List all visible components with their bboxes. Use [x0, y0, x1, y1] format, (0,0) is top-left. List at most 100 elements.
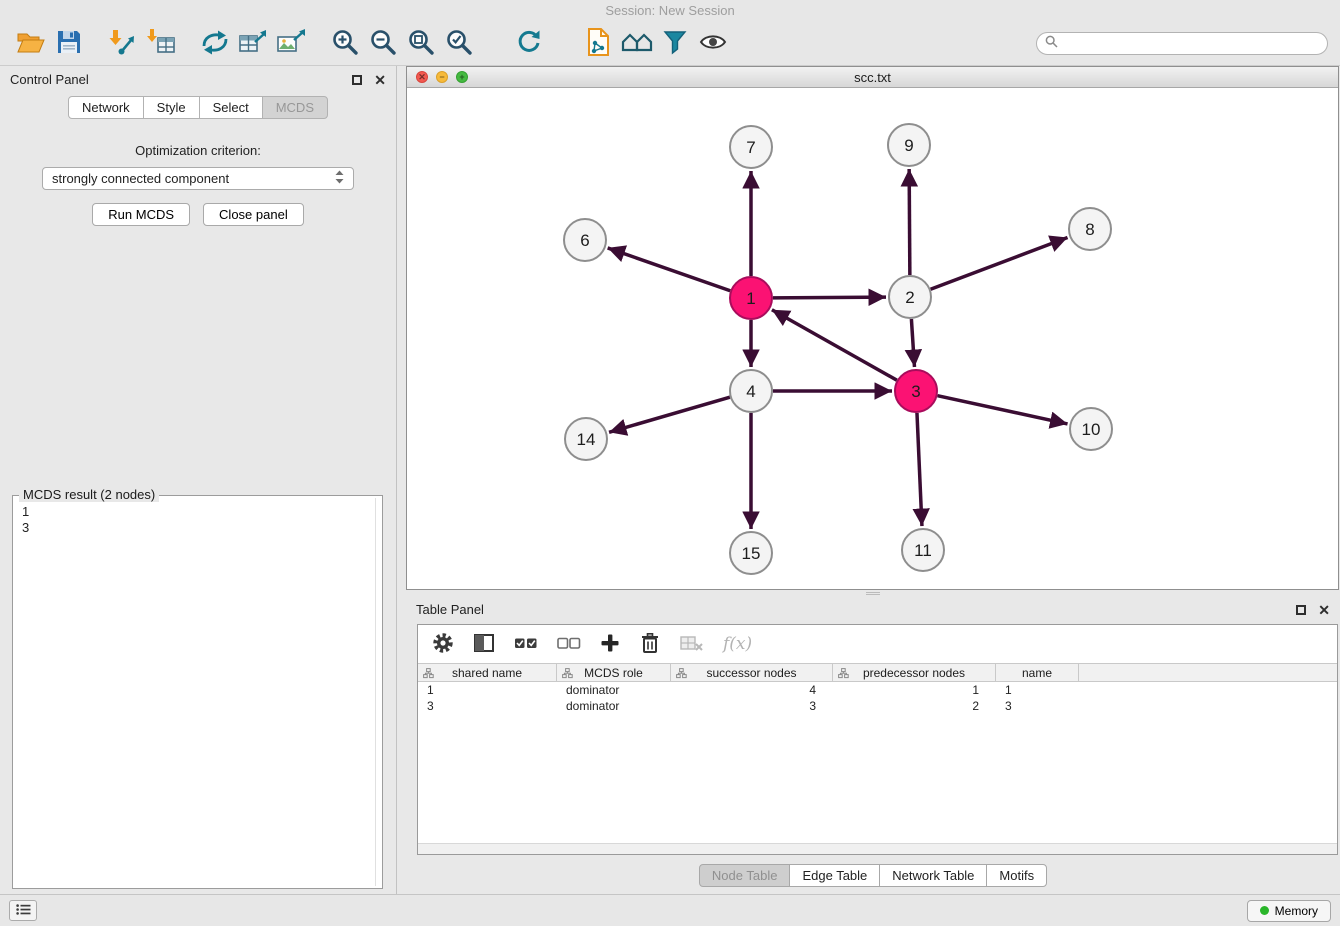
float-table-panel-icon[interactable] — [1296, 605, 1306, 615]
network-window-titlebar[interactable]: ✕ − + scc.txt — [407, 67, 1338, 88]
zoom-selected-button[interactable] — [440, 26, 478, 62]
cell-successor-nodes: 3 — [671, 699, 833, 713]
edge-1-2[interactable] — [773, 297, 886, 298]
window-controls: ✕ − + — [416, 71, 468, 83]
tab-mcds[interactable]: MCDS — [262, 96, 328, 119]
svg-text:7: 7 — [746, 138, 755, 157]
svg-text:9: 9 — [904, 136, 913, 155]
delete-column-button[interactable] — [639, 632, 661, 657]
graph-node-9[interactable]: 9 — [888, 124, 930, 166]
control-panel-tabs: Network Style Select MCDS — [0, 96, 396, 119]
tab-style[interactable]: Style — [143, 96, 200, 119]
graph-node-4[interactable]: 4 — [730, 370, 772, 412]
graph-node-1[interactable]: 1 — [730, 277, 772, 319]
zoom-fit-button[interactable] — [402, 26, 440, 62]
svg-text:2: 2 — [905, 288, 914, 307]
main-toolbar — [0, 22, 1340, 66]
delete-table-button[interactable] — [680, 634, 704, 655]
graph-node-6[interactable]: 6 — [564, 219, 606, 261]
filter-button[interactable] — [656, 26, 694, 62]
table-row[interactable]: 1 dominator 4 1 1 — [418, 682, 1337, 698]
table-row[interactable]: 3 dominator 3 2 3 — [418, 698, 1337, 714]
graph-node-14[interactable]: 14 — [565, 418, 607, 460]
zoom-out-button[interactable] — [364, 26, 402, 62]
column-header-successor-nodes[interactable]: successor nodes — [671, 664, 833, 681]
select-all-columns-button[interactable] — [514, 635, 538, 654]
edge-2-8[interactable] — [931, 237, 1068, 289]
zoom-in-button[interactable] — [326, 26, 364, 62]
tab-network[interactable]: Network — [68, 96, 144, 119]
network-canvas[interactable]: 7 9 6 8 1 2 4 3 14 10 15 11 — [407, 88, 1338, 589]
refresh-button[interactable] — [510, 26, 548, 62]
close-panel-button[interactable]: Close panel — [203, 203, 304, 226]
edge-3-10[interactable] — [937, 396, 1067, 424]
export-image-button[interactable] — [272, 26, 310, 62]
edge-1-6[interactable] — [608, 248, 731, 291]
table-panel-title: Table Panel — [416, 602, 484, 617]
tab-select[interactable]: Select — [199, 96, 263, 119]
show-hide-button[interactable] — [694, 26, 732, 62]
edge-3-1[interactable] — [772, 310, 897, 380]
maximize-window-icon[interactable]: + — [456, 71, 468, 83]
graph-node-10[interactable]: 10 — [1070, 408, 1112, 450]
tab-edge-table[interactable]: Edge Table — [789, 864, 880, 887]
search-box[interactable] — [1036, 32, 1328, 55]
import-network-button[interactable] — [104, 26, 142, 62]
table-settings-button[interactable] — [432, 632, 454, 657]
graph-node-8[interactable]: 8 — [1069, 208, 1111, 250]
tab-motifs[interactable]: Motifs — [986, 864, 1047, 887]
column-header-mcds-role[interactable]: MCDS role — [557, 664, 671, 681]
task-history-button[interactable] — [9, 900, 37, 921]
optimization-criterion-select[interactable]: strongly connected component — [42, 167, 354, 190]
import-table-button[interactable] — [142, 26, 180, 62]
search-input[interactable] — [1063, 37, 1319, 51]
mcds-result-line: 3 — [22, 520, 373, 536]
graph-node-2[interactable]: 2 — [889, 276, 931, 318]
control-panel-title: Control Panel — [10, 72, 89, 87]
export-table-button[interactable] — [234, 26, 272, 62]
graph-node-11[interactable]: 11 — [902, 529, 944, 571]
save-session-button[interactable] — [50, 26, 88, 62]
graph-node-3[interactable]: 3 — [895, 370, 937, 412]
table-panel-tabs: Node Table Edge Table Network Table Moti… — [406, 864, 1340, 887]
gear-icon — [432, 632, 454, 657]
column-header-predecessor-nodes[interactable]: predecessor nodes — [833, 664, 996, 681]
run-mcds-button[interactable]: Run MCDS — [92, 203, 190, 226]
close-panel-icon[interactable]: ✕ — [374, 75, 386, 85]
edge-4-14[interactable] — [609, 397, 730, 432]
open-session-button[interactable] — [12, 26, 50, 62]
fx-icon: f(x) — [723, 634, 752, 654]
create-column-button[interactable] — [600, 633, 620, 656]
tab-network-table[interactable]: Network Table — [879, 864, 987, 887]
cell-predecessor-nodes: 1 — [833, 683, 996, 697]
clone-network-button[interactable] — [580, 26, 618, 62]
graph-node-15[interactable]: 15 — [730, 532, 772, 574]
column-header-filler — [1079, 664, 1337, 681]
close-table-panel-icon[interactable]: ✕ — [1318, 605, 1330, 615]
edge-3-11[interactable] — [917, 413, 922, 526]
edge-2-3[interactable] — [911, 319, 914, 367]
zoom-in-icon — [331, 28, 359, 59]
table-horizontal-scrollbar[interactable] — [418, 843, 1337, 854]
export-network-button[interactable] — [196, 26, 234, 62]
function-builder-button[interactable]: f(x) — [723, 634, 752, 654]
show-columns-button[interactable] — [473, 632, 495, 657]
column-header-shared-name[interactable]: shared name — [418, 664, 557, 681]
deselect-all-columns-button[interactable] — [557, 635, 581, 654]
table-toolbar: f(x) — [418, 625, 1337, 663]
memory-button[interactable]: Memory — [1247, 900, 1331, 922]
optimization-criterion-label: Optimization criterion: — [0, 143, 396, 158]
float-panel-icon[interactable] — [352, 75, 362, 85]
network-analyzer-button[interactable] — [618, 26, 656, 62]
edge-2-9[interactable] — [909, 169, 910, 275]
graph-node-7[interactable]: 7 — [730, 126, 772, 168]
cell-predecessor-nodes: 2 — [833, 699, 996, 713]
result-scrollbar[interactable] — [375, 498, 376, 886]
cell-mcds-role: dominator — [557, 683, 671, 697]
tab-node-table[interactable]: Node Table — [699, 864, 791, 887]
cell-successor-nodes: 4 — [671, 683, 833, 697]
zoom-out-icon — [369, 28, 397, 59]
close-window-icon[interactable]: ✕ — [416, 71, 428, 83]
column-header-name[interactable]: name — [996, 664, 1079, 681]
minimize-window-icon[interactable]: − — [436, 71, 448, 83]
